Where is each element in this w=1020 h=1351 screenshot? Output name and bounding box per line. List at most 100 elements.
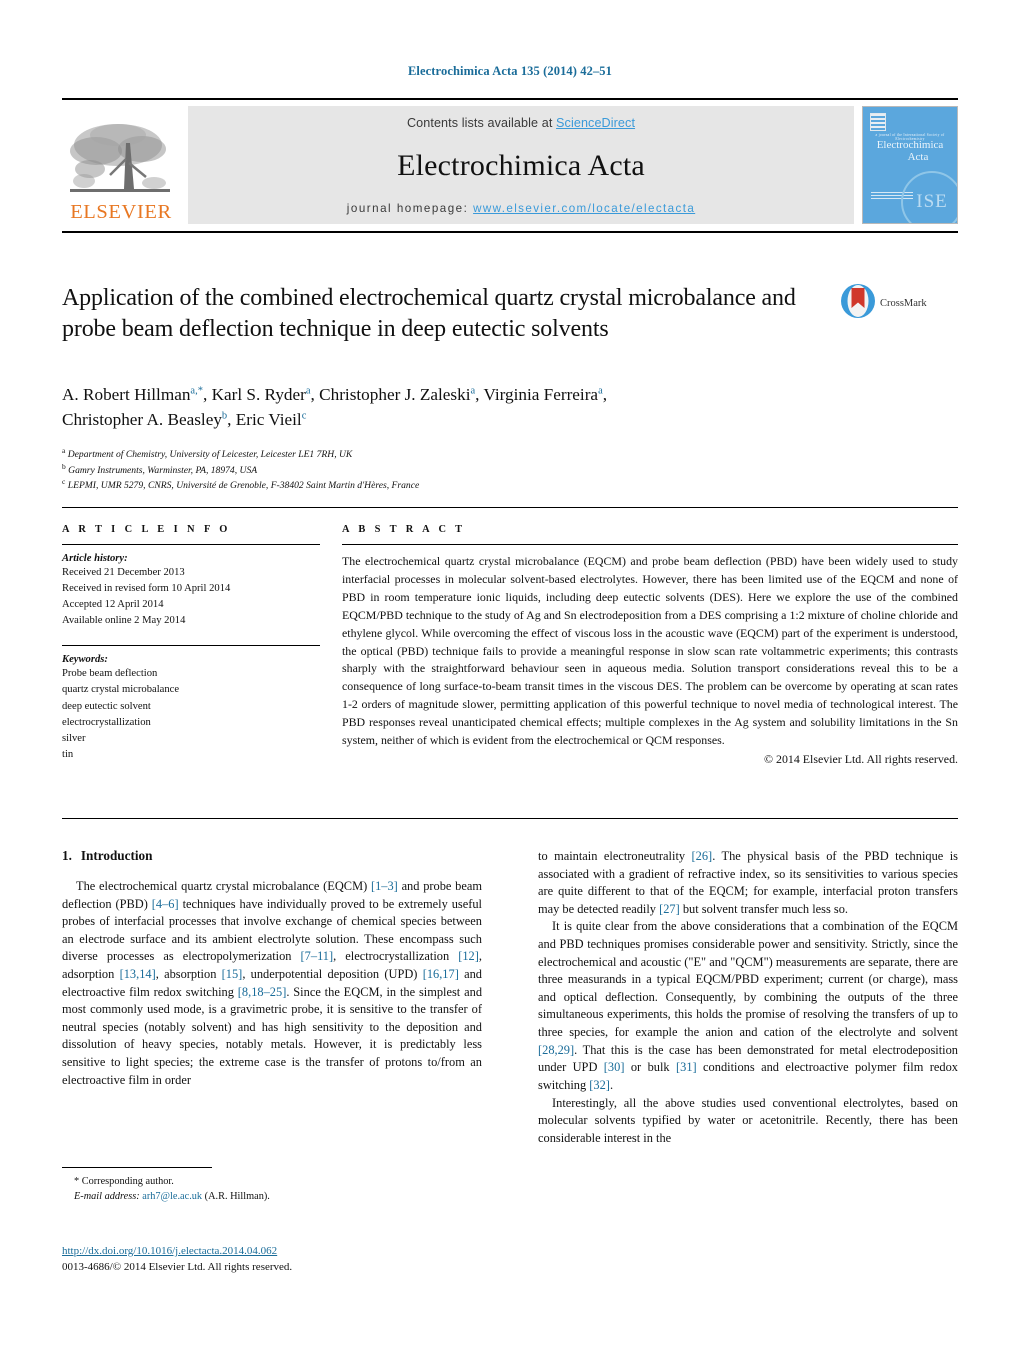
email-suffix: (A.R. Hillman).	[204, 1191, 270, 1203]
citation-ref[interactable]: [28,29]	[538, 1043, 574, 1057]
article-history-item: Available online 2 May 2014	[62, 615, 186, 627]
citation-ref[interactable]: [13,14]	[120, 967, 156, 981]
footnote-divider	[62, 1167, 212, 1168]
corresponding-author-footnote: * Corresponding author. E-mail address: …	[62, 1174, 492, 1205]
affiliation-item: a Department of Chemistry, University of…	[62, 447, 882, 463]
keyword-item: Probe beam deflection	[62, 668, 158, 680]
citation-ref[interactable]: [15]	[222, 967, 243, 981]
footer-doi-block: http://dx.doi.org/10.1016/j.electacta.20…	[62, 1244, 562, 1276]
page-title: Application of the combined electrochemi…	[62, 285, 796, 343]
journal-cover-thumbnail[interactable]: a journal of the International Society o…	[862, 106, 958, 224]
cover-title: Electrochimica Acta	[863, 139, 957, 164]
journal-title: Electrochimica Acta	[397, 149, 645, 182]
journal-homepage-line: journal homepage: www.elsevier.com/locat…	[347, 202, 695, 215]
affiliation-mark: b	[62, 461, 66, 471]
author-affil-marks[interactable]: a,*	[190, 385, 203, 397]
crossmark-badge[interactable]: CrossMark	[840, 283, 958, 324]
cover-elsevier-mark-icon	[870, 113, 886, 131]
citation-ref[interactable]: [30]	[604, 1060, 625, 1074]
body-columns: 1. Introduction The electrochemical quart…	[62, 848, 958, 1147]
crossmark-icon	[840, 283, 876, 324]
cover-title-line1: Electrochimica	[876, 139, 944, 151]
crossmark-label: CrossMark	[880, 298, 927, 309]
author-name: Christopher A. Beasley	[62, 410, 222, 430]
section-heading-introduction: 1. Introduction	[62, 848, 482, 864]
email-link[interactable]: arh7@le.ac.uk	[142, 1191, 202, 1202]
article-info-heading: A R T I C L E I N F O	[62, 524, 231, 535]
citation-ref[interactable]: [16,17]	[423, 967, 459, 981]
ise-society-seal-icon: ISE	[901, 171, 957, 223]
abstract-text: The electrochemical quartz crystal micro…	[342, 554, 958, 748]
citation-ref[interactable]: [7–11]	[301, 949, 334, 963]
affiliation-text: LEPMI, UMR 5279, CNRS, Université de Gre…	[67, 480, 420, 492]
citation-ref[interactable]: [1–3]	[371, 879, 398, 893]
keyword-item: deep eutectic solvent	[62, 700, 151, 712]
corresponding-author-line: * Corresponding author.	[62, 1174, 492, 1189]
author-item: Karl S. Rydera	[212, 385, 311, 404]
article-history-item: Accepted 12 April 2014	[62, 599, 164, 611]
affiliation-mark: c	[62, 476, 66, 486]
affiliation-item: c LEPMI, UMR 5279, CNRS, Université de G…	[62, 478, 882, 494]
author-item: Christopher A. Beasleyb	[62, 410, 227, 429]
doi-link[interactable]: http://dx.doi.org/10.1016/j.electacta.20…	[62, 1245, 277, 1257]
masthead-top-rule	[62, 98, 958, 100]
section-number: 1.	[62, 848, 72, 863]
author-name: Virginia Ferreira	[483, 385, 599, 404]
keywords-label: Keywords:	[62, 654, 108, 666]
abstract-rule	[342, 544, 958, 545]
journal-homepage-link[interactable]: www.elsevier.com/locate/electacta	[473, 202, 695, 215]
author-affil-marks[interactable]: c	[302, 410, 307, 422]
citation-ref[interactable]: [4–6]	[152, 897, 179, 911]
author-item: Eric Vieilc	[236, 410, 307, 429]
paragraph: The electrochemical quartz crystal micro…	[62, 879, 483, 1087]
author-item: A. Robert Hillmana,*	[62, 385, 203, 404]
title-block: Application of the combined electrochemi…	[62, 283, 832, 345]
keyword-item: quartz crystal microbalance	[62, 684, 180, 696]
affiliations-divider	[62, 507, 958, 508]
abstract-heading: A B S T R A C T	[342, 524, 466, 535]
running-head: Electrochimica Acta 135 (2014) 42–51	[407, 64, 613, 78]
cover-title-line2: Acta	[907, 151, 929, 164]
paragraph: It is quite clear from the above conside…	[538, 919, 958, 1092]
sciencedirect-link[interactable]: ScienceDirect	[556, 116, 635, 130]
email-line: E-mail address: arh7@le.ac.uk (A.R. Hill…	[62, 1189, 492, 1204]
article-history-item: Received in revised form 10 April 2014	[62, 583, 231, 595]
article-info-column: A R T I C L E I N F O Article history: R…	[62, 524, 320, 767]
citation-ref[interactable]: [26]	[692, 849, 713, 863]
author-item: Christopher J. Zaleskia	[319, 385, 475, 404]
author-list: A. Robert Hillmana,*, Karl S. Rydera, Ch…	[62, 382, 882, 432]
author-name: A. Robert Hillman	[62, 385, 191, 404]
paragraph: Interestingly, all the above studies use…	[538, 1095, 958, 1145]
elsevier-wordmark: ELSEVIER	[70, 200, 172, 223]
keywords-rule	[62, 645, 320, 647]
author-sep: ,	[227, 410, 236, 430]
info-abstract-region: A R T I C L E I N F O Article history: R…	[62, 524, 958, 767]
journal-masthead: ELSEVIER Contents lists available at Sci…	[62, 98, 958, 233]
paragraph: to maintain electroneutrality [26]. The …	[538, 849, 958, 916]
abstract-copyright: © 2014 Elsevier Ltd. All rights reserved…	[764, 751, 958, 766]
affiliation-text: Department of Chemistry, University of L…	[67, 449, 353, 460]
citation-ref[interactable]: [8,18–25]	[238, 985, 287, 999]
email-label: E-mail address:	[74, 1191, 140, 1203]
author-name: Eric Vieil	[235, 410, 302, 430]
article-history-item: Received 21 December 2013	[62, 567, 185, 578]
affiliation-list: a Department of Chemistry, University of…	[62, 447, 882, 494]
body-column-right: to maintain electroneutrality [26]. The …	[538, 848, 958, 1147]
masthead-center-band: Contents lists available at ScienceDirec…	[188, 106, 854, 224]
homepage-prefix: journal homepage:	[346, 202, 474, 215]
affiliation-mark: a	[62, 445, 66, 455]
section-title: Introduction	[80, 848, 153, 863]
body-column-left: 1. Introduction The electrochemical quart…	[62, 848, 482, 1147]
citation-ref[interactable]: [31]	[676, 1060, 697, 1074]
citation-ref[interactable]: [27]	[659, 902, 680, 916]
elsevier-logo: ELSEVIER	[62, 106, 180, 224]
author-sep: ,	[602, 385, 608, 404]
author-name: Christopher J. Zaleski	[319, 385, 471, 404]
article-info-rule	[62, 544, 320, 545]
citation-ref[interactable]: [32]	[589, 1078, 610, 1092]
citation-ref[interactable]: [12]	[458, 949, 479, 963]
abstract-divider	[62, 818, 958, 819]
keyword-item: electrocrystallization	[62, 716, 151, 728]
elsevier-tree-icon	[66, 119, 176, 201]
